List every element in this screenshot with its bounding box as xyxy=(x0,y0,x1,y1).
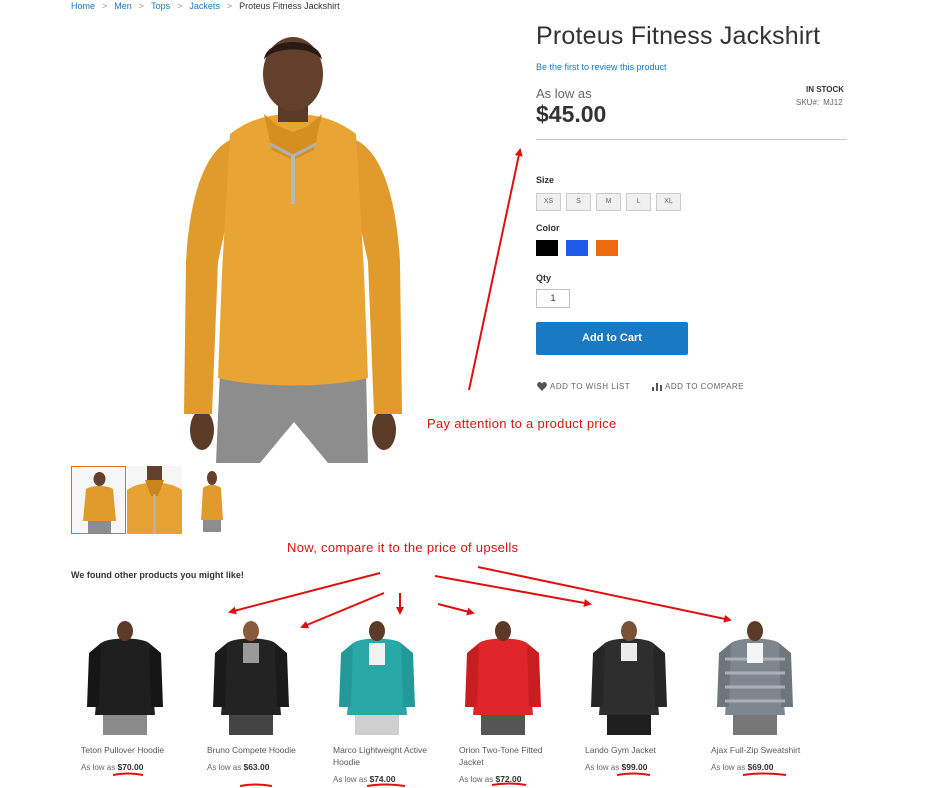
upsell-price-value: $70.00 xyxy=(117,762,144,772)
breadcrumb-home[interactable]: Home xyxy=(71,1,95,11)
sku-label: SKU#: xyxy=(796,98,820,107)
review-link[interactable]: Be the first to review this product xyxy=(536,62,667,72)
upsell-price: As low as $69.00 xyxy=(711,762,831,772)
upsell-image[interactable] xyxy=(577,617,682,735)
upsell-price-label: As low as xyxy=(711,763,746,772)
breadcrumb-separator: > xyxy=(177,1,183,11)
size-option-s[interactable]: S xyxy=(566,193,591,211)
upsell-price-value: $74.00 xyxy=(369,774,396,784)
breadcrumb-current: Proteus Fitness Jackshirt xyxy=(239,1,340,11)
price-underline xyxy=(239,783,273,787)
size-option-xl[interactable]: XL xyxy=(656,193,681,211)
thumbnail-closeup-image xyxy=(127,466,182,534)
color-label: Color xyxy=(536,223,560,233)
compare-annotation: Now, compare it to the price of upsells xyxy=(287,540,519,555)
color-option-orange[interactable] xyxy=(596,240,618,256)
thumbnail-closeup[interactable] xyxy=(127,466,182,534)
upsell-price: As low as $74.00 xyxy=(333,774,453,784)
upsell-price-value: $99.00 xyxy=(621,762,648,772)
upsell-name[interactable]: Marco Lightweight Active Hoodie xyxy=(333,744,438,768)
heart-icon xyxy=(537,382,547,391)
qty-input[interactable]: 1 xyxy=(536,289,570,308)
upsell-price-label: As low as xyxy=(333,775,368,784)
breadcrumb-tops[interactable]: Tops xyxy=(151,1,170,11)
size-option-l[interactable]: L xyxy=(626,193,651,211)
upsell-name[interactable]: Bruno Compete Hoodie xyxy=(207,744,312,756)
compare-icon xyxy=(652,383,662,391)
upsell-name[interactable]: Orion Two-Tone Fitted Jacket xyxy=(459,744,564,768)
price-underline xyxy=(616,772,651,776)
add-to-wishlist-link[interactable]: ADD TO WISH LIST xyxy=(537,382,630,391)
upsell-image[interactable] xyxy=(199,617,304,735)
product-title: Proteus Fitness Jackshirt xyxy=(536,22,821,50)
stock-status: IN STOCK xyxy=(806,85,845,94)
upsell-price-label: As low as xyxy=(585,763,620,772)
thumbnail-side[interactable] xyxy=(183,466,238,534)
upsell-name[interactable]: Lando Gym Jacket xyxy=(585,744,690,756)
upsell-price: As low as $70.00 xyxy=(81,762,201,772)
size-option-m[interactable]: M xyxy=(596,193,621,211)
upsell-name[interactable]: Teton Pullover Hoodie xyxy=(81,744,186,756)
upsell-item[interactable]: Ajax Full-Zip Sweatshirt As low as $69.0… xyxy=(711,617,831,772)
thumbnail-front-image xyxy=(72,467,125,533)
upsell-price-label: As low as xyxy=(207,763,242,772)
upsell-item[interactable]: Marco Lightweight Active Hoodie As low a… xyxy=(333,617,453,784)
sku-value: MJ12 xyxy=(823,98,843,107)
upsell-price-value: $69.00 xyxy=(747,762,774,772)
color-option-black[interactable] xyxy=(536,240,558,256)
color-option-blue[interactable] xyxy=(566,240,588,256)
upsell-price: As low as $99.00 xyxy=(585,762,705,772)
upsell-item[interactable]: Lando Gym Jacket As low as $99.00 xyxy=(585,617,705,772)
size-label: Size xyxy=(536,175,555,185)
price-label: As low as xyxy=(536,86,592,101)
upsell-item[interactable]: Bruno Compete Hoodie As low as $63.00 xyxy=(207,617,327,772)
sku: SKU#: MJ12 xyxy=(796,98,843,107)
upsell-image[interactable] xyxy=(73,617,178,735)
add-to-compare-link[interactable]: ADD TO COMPARE xyxy=(652,382,744,391)
upsell-price-value: $72.00 xyxy=(495,774,522,784)
thumbnail-front[interactable] xyxy=(71,466,126,534)
upsell-name[interactable]: Ajax Full-Zip Sweatshirt xyxy=(711,744,816,756)
upsell-price: As low as $72.00 xyxy=(459,774,579,784)
breadcrumb-separator: > xyxy=(102,1,108,11)
breadcrumb: Home > Men > Tops > Jackets > Proteus Fitness Ja… xyxy=(71,1,340,11)
main-product-image[interactable] xyxy=(168,22,418,463)
upsell-item[interactable]: Teton Pullover Hoodie As low as $70.00 xyxy=(81,617,201,772)
upsell-price: As low as $63.00 xyxy=(207,762,327,772)
upsell-item[interactable]: Orion Two-Tone Fitted Jacket As low as $… xyxy=(459,617,579,784)
upsell-image[interactable] xyxy=(325,617,430,735)
upsell-title: We found other products you might like! xyxy=(71,570,244,580)
divider xyxy=(536,139,847,140)
upsell-price-label: As low as xyxy=(81,763,116,772)
breadcrumb-jackets[interactable]: Jackets xyxy=(189,1,220,11)
qty-label: Qty xyxy=(536,273,552,283)
wishlist-label: ADD TO WISH LIST xyxy=(550,382,631,391)
upsell-image[interactable] xyxy=(703,617,808,735)
upsell-price-label: As low as xyxy=(459,775,494,784)
breadcrumb-separator: > xyxy=(226,1,233,11)
price-annotation: Pay attention to a product price xyxy=(427,416,617,431)
product-price: $45.00 xyxy=(536,101,607,127)
thumbnail-side-image xyxy=(183,466,238,534)
compare-label: ADD TO COMPARE xyxy=(665,382,745,391)
price-underline xyxy=(742,772,787,776)
upsell-image[interactable] xyxy=(451,617,556,735)
price-underline xyxy=(112,772,144,776)
add-to-cart-button[interactable]: Add to Cart xyxy=(536,322,688,355)
breadcrumb-separator: > xyxy=(138,1,145,11)
price-underline xyxy=(366,783,406,787)
breadcrumb-men[interactable]: Men xyxy=(114,1,132,11)
upsell-price-value: $63.00 xyxy=(243,762,270,772)
size-option-xs[interactable]: XS xyxy=(536,193,561,211)
